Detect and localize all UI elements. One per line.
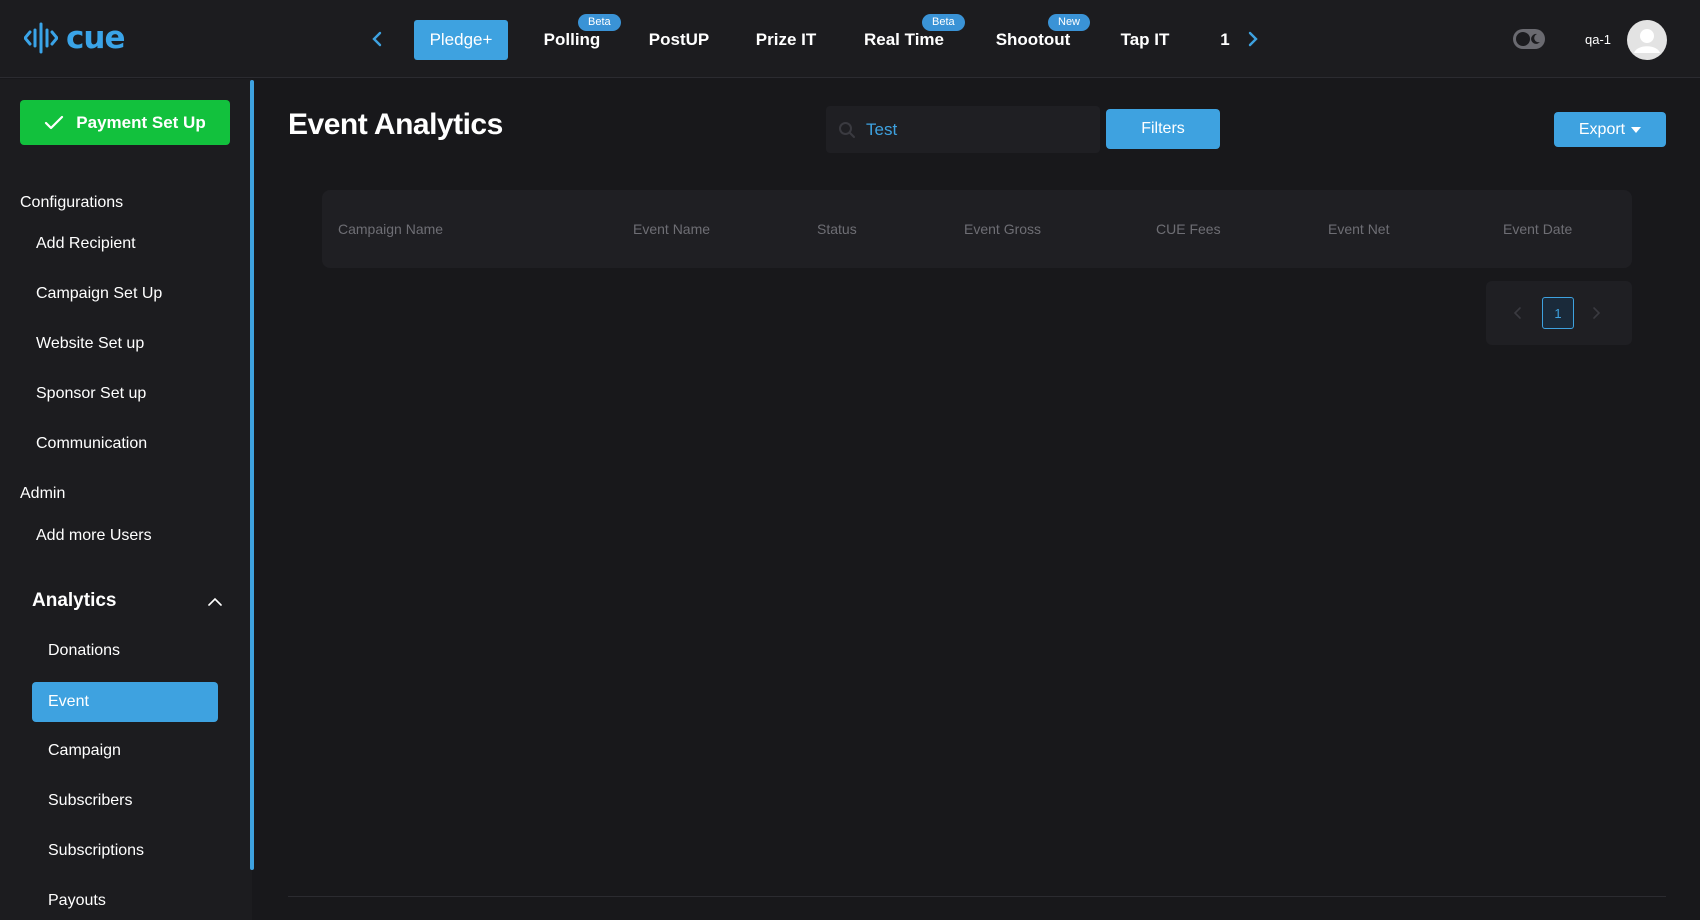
table-header-row: Campaign Name Event Name Status Event Gr… [322, 190, 1632, 268]
filters-label: Filters [1141, 120, 1185, 137]
sidebar-item-website-setup[interactable]: Website Set up [36, 335, 144, 353]
caret-down-icon [1631, 126, 1642, 133]
admin-heading: Admin [20, 485, 66, 502]
tab-label: Polling [543, 30, 601, 49]
sidebar-item-payouts[interactable]: Payouts [48, 892, 106, 910]
sidebar-item-subscriptions[interactable]: Subscriptions [48, 842, 144, 860]
column-header-event-net[interactable]: Event Net [1328, 221, 1389, 237]
sidebar-item-subscribers[interactable]: Subscribers [48, 792, 132, 810]
column-header-status[interactable]: Status [817, 221, 857, 237]
tab-real-time[interactable]: Beta Real Time [862, 14, 965, 60]
sidebar-item-label: Event [48, 693, 89, 710]
top-navigation-bar: cue Pledge+ Beta Polling PostUP Prize IT… [0, 0, 1700, 78]
column-header-campaign-name[interactable]: Campaign Name [338, 221, 443, 237]
logo-text: cue [66, 20, 125, 56]
tab-label: Prize IT [755, 30, 817, 49]
new-badge: New [1048, 14, 1091, 31]
column-header-cue-fees[interactable]: CUE Fees [1156, 221, 1221, 237]
tab-label: PostUP [648, 30, 710, 49]
tab-postup[interactable]: PostUP [646, 20, 712, 60]
chevron-left-icon[interactable] [1512, 305, 1522, 321]
tab-1[interactable]: 1 [1216, 20, 1234, 60]
soundwave-icon [24, 22, 58, 54]
column-header-event-name[interactable]: Event Name [633, 221, 710, 237]
column-header-event-date[interactable]: Event Date [1503, 221, 1572, 237]
divider [288, 896, 1666, 897]
username[interactable]: qa-1 [1585, 32, 1611, 47]
tab-label: 1 [1220, 30, 1230, 49]
tab-label: Real Time [863, 30, 944, 49]
chevron-right-icon[interactable] [1592, 305, 1602, 321]
tabs-next-arrow[interactable] [1243, 26, 1263, 52]
moon-icon [1531, 33, 1540, 44]
tabs-prev-arrow[interactable] [367, 26, 387, 52]
page-number: 1 [1554, 305, 1562, 321]
user-icon [1634, 29, 1660, 53]
sidebar-item-campaign-setup[interactable]: Campaign Set Up [36, 285, 162, 303]
sidebar-item-add-more-users[interactable]: Add more Users [36, 527, 152, 545]
export-button[interactable]: Export [1554, 112, 1666, 147]
avatar[interactable] [1627, 20, 1667, 60]
sidebar-item-sponsor-setup[interactable]: Sponsor Set up [36, 385, 146, 403]
sidebar-item-event[interactable]: Event [32, 682, 218, 722]
tab-tap-it[interactable]: Tap IT [1118, 20, 1172, 60]
chevron-up-icon [208, 597, 222, 606]
payment-setup-button[interactable]: Payment Set Up [20, 100, 230, 145]
beta-badge: Beta [578, 14, 621, 31]
sidebar-item-campaign[interactable]: Campaign [48, 742, 121, 760]
export-label: Export [1578, 120, 1626, 138]
check-icon [45, 115, 64, 129]
tab-prize-it[interactable]: Prize IT [752, 20, 820, 60]
analytics-section-toggle[interactable]: Analytics [32, 590, 222, 612]
chevron-right-icon [1248, 31, 1258, 47]
pagination-page-button[interactable]: 1 [1542, 297, 1574, 329]
search-box[interactable] [826, 106, 1100, 153]
pagination: 1 [1486, 281, 1632, 345]
sidebar-item-donations[interactable]: Donations [48, 642, 120, 660]
analytics-heading: Analytics [32, 590, 117, 611]
tab-pledge-plus[interactable]: Pledge+ [414, 20, 508, 60]
sidebar-scrollbar[interactable] [250, 80, 254, 870]
chevron-left-icon [372, 31, 382, 47]
tab-label: Pledge+ [429, 30, 493, 49]
payment-setup-label: Payment Set Up [76, 112, 206, 132]
tab-polling[interactable]: Beta Polling [536, 14, 621, 60]
filters-button[interactable]: Filters [1106, 109, 1220, 149]
tab-label: Shootout [995, 30, 1071, 49]
tab-label: Tap IT [1120, 30, 1170, 49]
tab-shootout[interactable]: New Shootout [994, 14, 1091, 60]
sidebar-item-communication[interactable]: Communication [36, 435, 147, 453]
sidebar-item-add-recipient[interactable]: Add Recipient [36, 235, 136, 253]
page-title: Event Analytics [288, 108, 503, 141]
search-icon [839, 121, 855, 138]
configurations-heading: Configurations [20, 194, 124, 211]
theme-toggle[interactable] [1513, 29, 1545, 49]
cue-logo[interactable]: cue [24, 20, 125, 56]
search-input[interactable] [866, 119, 1086, 140]
column-header-event-gross[interactable]: Event Gross [964, 221, 1041, 237]
beta-badge: Beta [922, 14, 965, 31]
